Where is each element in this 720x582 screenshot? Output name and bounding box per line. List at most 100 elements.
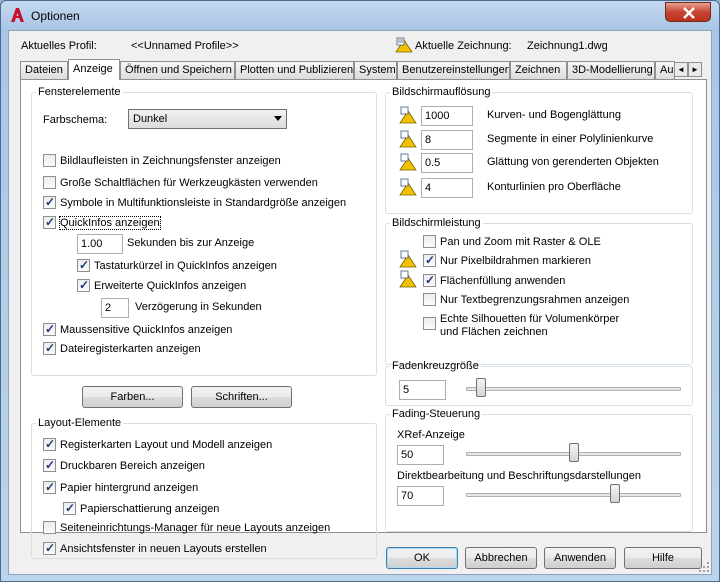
checkbox[interactable]: ✓: [43, 542, 56, 555]
checkbox[interactable]: ✓: [77, 279, 90, 292]
fading-legend: Fading-Steuerung: [392, 408, 481, 420]
cb-registerkarten-label: Registerkarten Layout und Modell anzeige…: [60, 438, 273, 451]
tab-benutzereinstellungen[interactable]: Benutzereinstellungen: [397, 61, 510, 79]
checkmark-icon: ✓: [425, 253, 436, 267]
segmente-polylinie-label: Segmente in einer Polylinienkurve: [487, 133, 654, 145]
glaettung-gerendert-label: Glättung von gerenderten Objekten: [487, 156, 659, 168]
cb-registerkarten-layout[interactable]: ✓ Registerkarten Layout und Modell anzei…: [43, 438, 272, 451]
xref-slider-thumb[interactable]: [568, 443, 579, 462]
profile-value: <<Unnamed Profile>>: [131, 40, 239, 52]
resize-grip-icon[interactable]: [699, 562, 709, 572]
cb-druckbarer-bereich[interactable]: ✓ Druckbaren Bereich anzeigen: [43, 459, 205, 472]
cb-schattierung-label: Papierschattierung anzeigen: [80, 502, 220, 515]
cb-flaechen-label: Flächenfüllung anwenden: [440, 274, 566, 287]
tab-plotten[interactable]: Plotten und Publizieren: [235, 61, 354, 79]
verzoegerung-input[interactable]: 2: [101, 298, 129, 318]
tab-zeichnen[interactable]: Zeichnen: [510, 61, 567, 79]
tab-auswahl-partial[interactable]: Au: [655, 61, 675, 79]
tab-scroll-left-icon[interactable]: ◄: [674, 62, 688, 77]
checkbox[interactable]: ✓: [63, 502, 76, 515]
checkbox[interactable]: ✓: [43, 342, 56, 355]
tab-scroll-right-icon[interactable]: ►: [688, 62, 702, 77]
drawing-setting-icon: [399, 178, 417, 196]
drawing-setting-icon: [399, 270, 417, 288]
cb-grosse-schaltflaechen[interactable]: Große Schaltflächen für Werkzeugkästen v…: [43, 176, 318, 189]
checkbox[interactable]: ✓: [43, 323, 56, 336]
cb-flaechenfuellung[interactable]: ✓ Flächenfüllung anwenden: [423, 274, 565, 287]
tab-anzeige[interactable]: Anzeige: [68, 59, 120, 80]
cb-seitenmanager-label: Seiteneinrichtungs-Manager für neue Layo…: [60, 521, 331, 534]
cb-textbegrenzungsrahmen[interactable]: Nur Textbegrenzungsrahmen anzeigen: [423, 293, 629, 306]
direkt-slider-track[interactable]: [466, 493, 681, 497]
checkbox[interactable]: [43, 154, 56, 167]
checkmark-icon: ✓: [45, 541, 56, 555]
title-bar[interactable]: Optionen: [1, 1, 719, 31]
cb-symbole-standardgroesse[interactable]: ✓ Symbole in Multifunktionsleiste in Sta…: [43, 196, 346, 209]
checkbox[interactable]: ✓: [77, 259, 90, 272]
checkbox[interactable]: [423, 235, 436, 248]
farbschema-dropdown[interactable]: Dunkel: [128, 109, 287, 129]
cb-pixelbildrahmen[interactable]: ✓ Nur Pixelbildrahmen markieren: [423, 254, 591, 267]
checkbox[interactable]: [423, 293, 436, 306]
glaettung-gerendert-input[interactable]: 0.5: [421, 153, 473, 173]
cb-grosse-schaltflaechen-label: Große Schaltflächen für Werkzeugkästen v…: [60, 176, 318, 189]
fadenkreuz-legend: Fadenkreuzgröße: [392, 360, 479, 372]
abbrechen-button[interactable]: Abbrechen: [465, 547, 537, 569]
konturlinien-input[interactable]: 4: [421, 178, 473, 198]
cb-bildlaufleisten[interactable]: Bildlaufleisten in Zeichnungsfenster anz…: [43, 154, 281, 167]
checkbox[interactable]: [43, 521, 56, 534]
checkbox[interactable]: ✓: [43, 481, 56, 494]
checkbox[interactable]: [423, 317, 436, 330]
cb-echte-silhouetten[interactable]: Echte Silhouetten für Volumenkörper und …: [423, 313, 619, 339]
checkmark-icon: ✓: [79, 278, 90, 292]
checkmark-icon: ✓: [45, 322, 56, 336]
cb-quickinfos[interactable]: ✓ QuickInfos anzeigen: [43, 215, 161, 230]
fadenkreuz-slider-track[interactable]: [466, 387, 681, 391]
cb-dateiregisterkarten[interactable]: ✓ Dateiregisterkarten anzeigen: [43, 342, 201, 355]
checkbox[interactable]: ✓: [43, 438, 56, 451]
cb-ansichtsfenster-label: Ansichtsfenster in neuen Layouts erstell…: [60, 542, 267, 555]
dialog-client-area: Aktuelles Profil: <<Unnamed Profile>> Ak…: [8, 30, 712, 575]
fadenkreuz-slider-thumb[interactable]: [476, 378, 487, 397]
hilfe-button[interactable]: Hilfe: [624, 547, 702, 569]
fadenkreuz-input[interactable]: 5: [399, 380, 446, 400]
checkbox[interactable]: ✓: [43, 196, 56, 209]
cb-papier-hintergrund[interactable]: ✓ Papier hintergrund anzeigen: [43, 481, 198, 494]
xref-label: XRef-Anzeige: [397, 429, 465, 441]
cb-papier-label: Papier hintergrund anzeigen: [60, 481, 199, 494]
aufloesung-legend: Bildschirmauflösung: [392, 86, 491, 98]
checkmark-icon: ✓: [425, 273, 436, 287]
checkbox[interactable]: ✓: [423, 254, 436, 267]
checkbox[interactable]: [43, 176, 56, 189]
cb-seiteneinrichtungs-manager[interactable]: Seiteneinrichtungs-Manager für neue Layo…: [43, 521, 330, 534]
cb-ansichtsfenster[interactable]: ✓ Ansichtsfenster in neuen Layouts erste…: [43, 542, 267, 555]
direkt-input[interactable]: 70: [397, 486, 444, 506]
cb-maussensitive[interactable]: ✓ Maussensitive QuickInfos anzeigen: [43, 323, 232, 336]
xref-input[interactable]: 50: [397, 445, 444, 465]
ok-button[interactable]: OK: [386, 547, 458, 569]
checkmark-icon: ✓: [45, 215, 56, 229]
direkt-slider-thumb[interactable]: [609, 484, 620, 503]
sekunden-input[interactable]: 1.00: [77, 234, 123, 254]
tab-system[interactable]: System: [354, 61, 397, 79]
schriften-button[interactable]: Schriften...: [191, 386, 292, 408]
kurven-bogen-input[interactable]: 1000: [421, 106, 473, 126]
tab-strip: Dateien Anzeige Öffnen und Speichern Plo…: [20, 59, 702, 80]
close-button[interactable]: [665, 2, 711, 22]
cb-tastaturkuerzel[interactable]: ✓ Tastaturkürzel in QuickInfos anzeigen: [77, 259, 277, 272]
tab-3d-modellierung[interactable]: 3D-Modellierung: [567, 61, 655, 79]
checkmark-icon: ✓: [65, 501, 76, 515]
tab-oeffnen-speichern[interactable]: Öffnen und Speichern: [120, 61, 235, 79]
checkbox[interactable]: ✓: [423, 274, 436, 287]
cb-erweiterte-quickinfos[interactable]: ✓ Erweiterte QuickInfos anzeigen: [77, 279, 246, 292]
cb-papierschattierung[interactable]: ✓ Papierschattierung anzeigen: [63, 502, 219, 515]
cb-pan-zoom-raster[interactable]: Pan und Zoom mit Raster & OLE: [423, 235, 601, 248]
anzeige-panel: Fensterelemente Farbschema: Dunkel Bildl…: [20, 79, 707, 559]
farben-button[interactable]: Farben...: [82, 386, 183, 408]
checkbox[interactable]: ✓: [43, 216, 56, 229]
checkbox[interactable]: ✓: [43, 459, 56, 472]
anwenden-button[interactable]: Anwenden: [544, 547, 616, 569]
tab-dateien[interactable]: Dateien: [20, 61, 68, 79]
segmente-polylinie-input[interactable]: 8: [421, 130, 473, 150]
direkt-label: Direktbearbeitung und Beschriftungsdarst…: [397, 470, 641, 482]
